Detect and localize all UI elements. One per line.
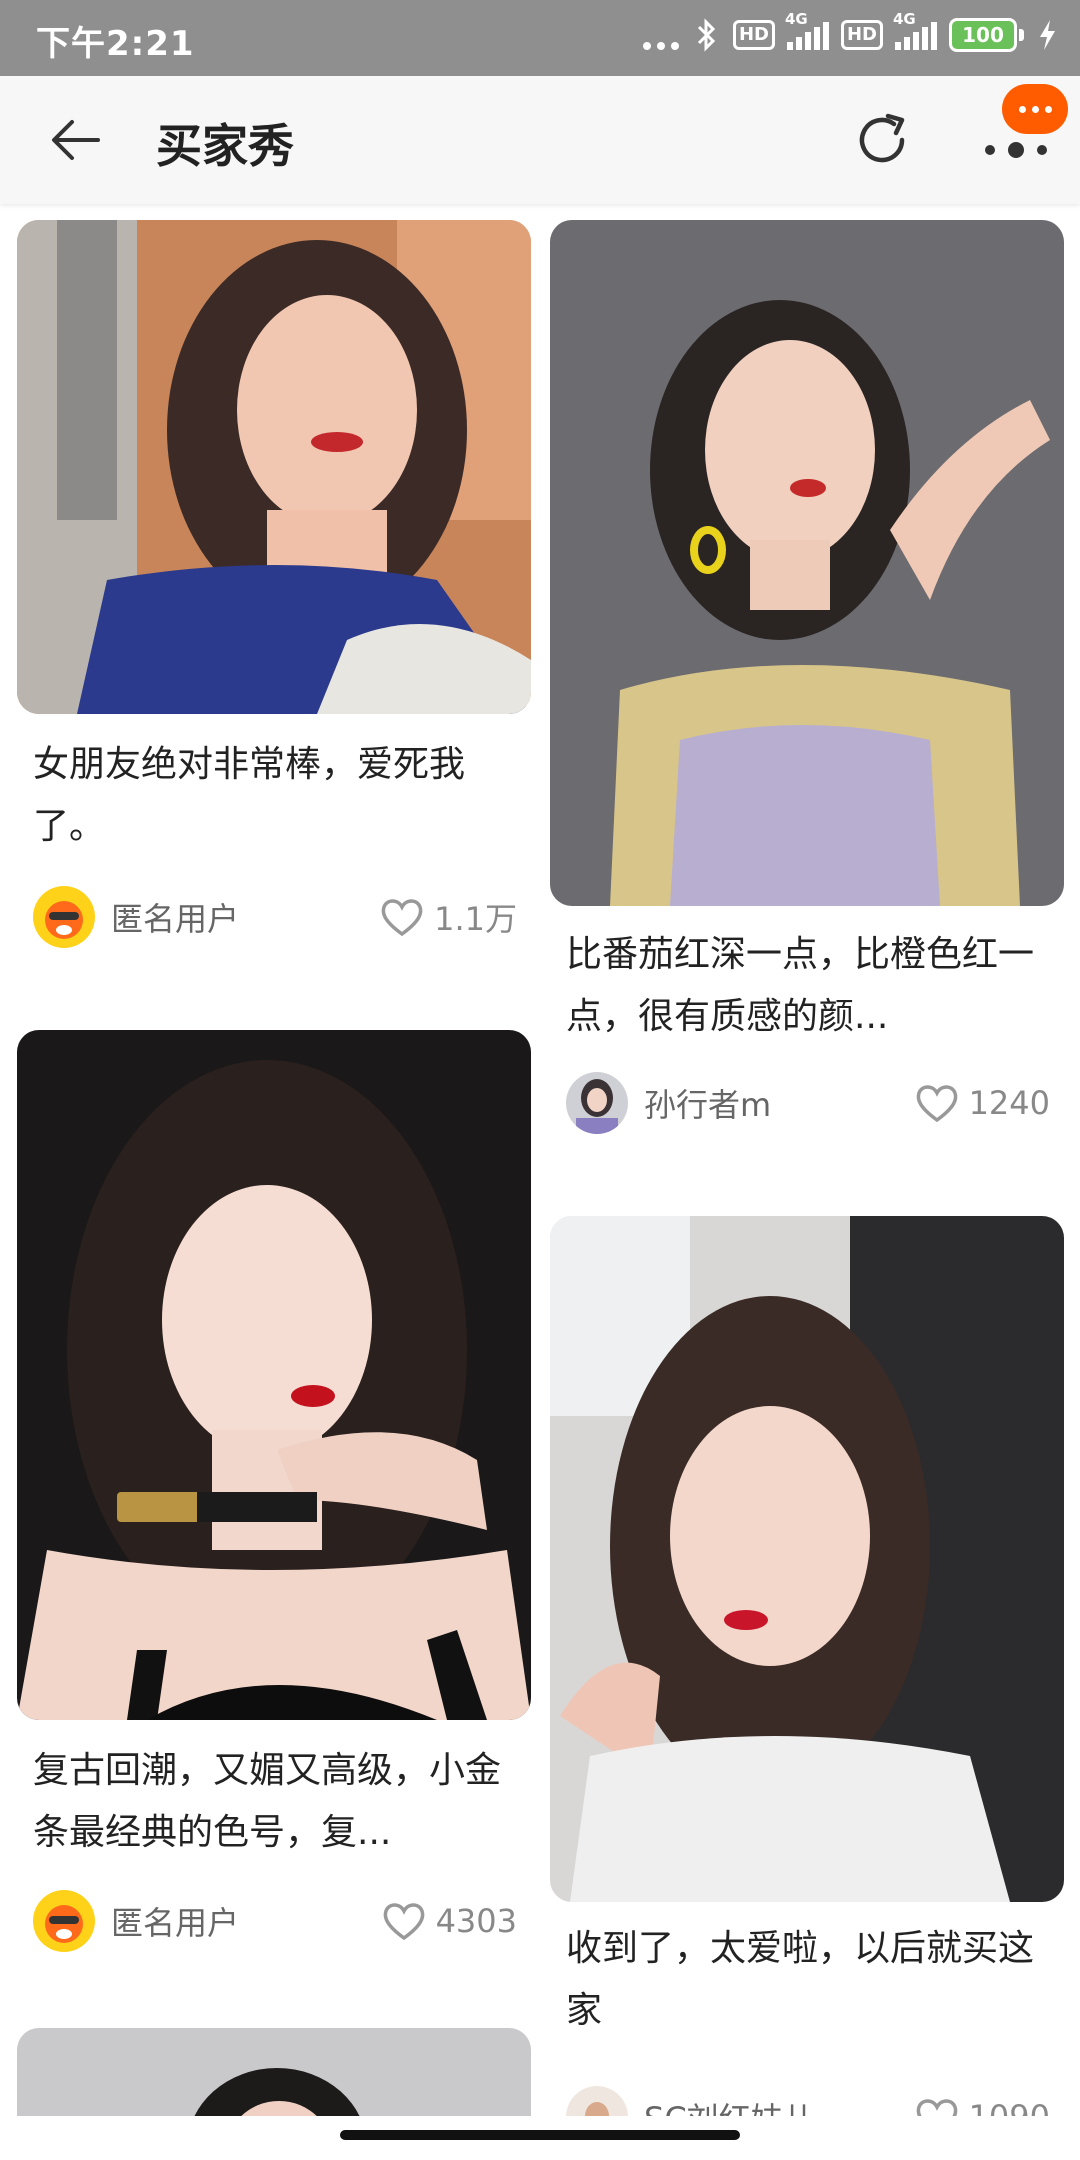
post-caption[interactable]: 收到了，太爱啦，以后就买这家	[566, 1918, 1056, 2042]
heart-icon	[383, 1903, 424, 1941]
network-label: 4G	[784, 10, 808, 28]
like-button[interactable]: 1240	[915, 1072, 1050, 1134]
post-card[interactable]: 女朋友绝对非常棒，爱死我了。 匿名用户 1.1万	[17, 220, 531, 960]
bluetooth-icon	[697, 18, 716, 52]
like-count: 1.1万	[434, 900, 517, 938]
post-photo[interactable]	[550, 1216, 1064, 1902]
avatar[interactable]	[33, 886, 95, 948]
avatar[interactable]	[33, 1890, 95, 1952]
post-photo[interactable]	[550, 220, 1064, 906]
like-button[interactable]: 1.1万	[380, 886, 517, 948]
like-button[interactable]: 1090	[915, 2086, 1050, 2116]
post-author[interactable]: 匿名用户	[33, 1890, 239, 1952]
arrow-left-icon[interactable]	[48, 112, 104, 168]
like-count: 1240	[968, 1084, 1050, 1122]
status-icons: HD 4G HD 4G 100	[642, 10, 1058, 52]
like-button[interactable]: 4303	[382, 1890, 517, 1952]
more-notification-badge[interactable]	[1002, 84, 1068, 134]
battery-level: 100	[949, 18, 1017, 52]
network-label: 4G	[893, 10, 916, 28]
status-time: 下午2:21	[36, 24, 195, 64]
charging-icon	[1040, 20, 1055, 50]
signal-icon: 4G	[893, 10, 937, 50]
post-author[interactable]: SC刘红妹儿	[566, 2086, 815, 2116]
post-author[interactable]: 匿名用户	[33, 886, 239, 948]
post-photo[interactable]	[17, 2028, 531, 2116]
status-bar: 下午2:21 HD 4G HD 4G 100	[0, 0, 1080, 76]
post-photo[interactable]	[17, 1030, 531, 1720]
post-photo[interactable]	[17, 220, 531, 714]
post-author[interactable]: 孙行者m	[566, 1072, 771, 1134]
battery-icon: 100	[949, 18, 1024, 52]
author-name: 匿名用户	[111, 1904, 240, 1942]
notification-dots-icon	[642, 20, 679, 50]
like-count: 1090	[969, 2098, 1050, 2116]
author-name: SC刘红妹儿	[644, 2094, 815, 2116]
home-indicator[interactable]	[340, 2130, 740, 2140]
avatar[interactable]	[566, 2086, 628, 2116]
hd-badge: HD	[732, 20, 775, 50]
author-name: 匿名用户	[111, 900, 240, 938]
page-title: 买家秀	[156, 119, 294, 173]
hd-badge: HD	[840, 20, 883, 50]
post-card[interactable]: 复古回潮，又媚又高级，小金条最经典的色号，复... 匿名用户 4303	[17, 1030, 531, 1970]
post-card[interactable]: 比番茄红深一点，比橙色红一点，很有质感的颜... 孙行者m 1240	[550, 220, 1064, 1140]
top-app-bar: 买家秀	[0, 76, 1080, 204]
post-caption[interactable]: 比番茄红深一点，比橙色红一点，很有质感的颜...	[566, 924, 1056, 1048]
avatar[interactable]	[566, 1072, 628, 1134]
signal-icon: 4G	[785, 10, 829, 50]
buyer-show-feed: 女朋友绝对非常棒，爱死我了。 匿名用户 1.1万 比番茄红深一点，比橙色红一点，…	[0, 204, 1080, 2116]
post-card[interactable]	[17, 2028, 531, 2116]
refresh-icon[interactable]	[848, 106, 916, 174]
post-card[interactable]: 收到了，太爱啦，以后就买这家 SC刘红妹儿 1090	[550, 1216, 1064, 2116]
post-caption[interactable]: 女朋友绝对非常棒，爱死我了。	[33, 734, 523, 858]
like-count: 4303	[435, 1902, 517, 1940]
author-name: 孙行者m	[644, 1086, 772, 1124]
heart-icon	[381, 899, 423, 937]
post-caption[interactable]: 复古回潮，又媚又高级，小金条最经典的色号，复...	[33, 1740, 523, 1864]
heart-icon	[916, 2099, 957, 2116]
gesture-bar	[0, 2116, 1080, 2160]
heart-icon	[916, 1085, 957, 1123]
